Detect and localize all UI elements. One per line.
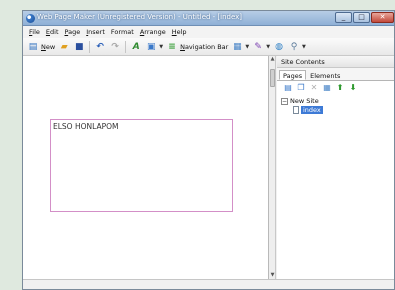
tree-root-item[interactable]: − New Site — [281, 97, 319, 105]
menu-bar: File Edit Page Insert Format Arrange Hel… — [23, 26, 394, 38]
zoom-icon: ⚲ — [290, 41, 298, 52]
panel-title: Site Contents — [277, 56, 394, 68]
panel-toolbar: ▤ ❐ ✕ ▦ ⬆ ⬇ — [277, 81, 394, 95]
navigation-bar-label: Navigation Bar — [180, 42, 229, 51]
menu-help[interactable]: Help — [172, 28, 187, 36]
chevron-down-icon[interactable]: ▼ — [266, 44, 270, 50]
image-button[interactable]: ▣ ▼ — [145, 41, 163, 53]
delete-icon[interactable]: ✕ — [309, 83, 319, 93]
scroll-down-icon[interactable]: ▼ — [269, 272, 276, 279]
open-folder-icon: ▰ — [60, 41, 68, 52]
text-icon: A — [132, 41, 140, 52]
toolbar-separator — [89, 40, 91, 53]
new-page-icon: ▤ — [28, 41, 38, 52]
title-bar[interactable]: Web Page Maker (Unregistered Version) - … — [23, 11, 394, 26]
navigation-bar-button[interactable]: ≡ Navigation Bar — [166, 41, 228, 53]
app-window: Web Page Maker (Unregistered Version) - … — [22, 10, 395, 290]
tree-page-label: index — [301, 106, 323, 114]
chevron-down-icon[interactable]: ▼ — [302, 44, 306, 50]
draw-icon: ✎ — [254, 41, 262, 52]
site-contents-panel: Site Contents Pages Elements ▤ ❐ ✕ ▦ ⬆ ⬇… — [277, 56, 394, 279]
menu-insert[interactable]: Insert — [86, 28, 105, 36]
preview-globe-icon: ◍ — [275, 41, 283, 52]
page-heading-text[interactable]: ELSO HONLAPOM — [53, 122, 119, 131]
scroll-up-icon[interactable]: ▲ — [269, 56, 276, 63]
properties-icon[interactable]: ▦ — [322, 83, 332, 93]
status-bar — [23, 279, 394, 289]
close-button[interactable]: ✕ — [371, 12, 394, 23]
open-button[interactable]: ▰ — [58, 41, 70, 53]
new-button-label: New — [41, 42, 56, 51]
tree-page-item[interactable]: index — [293, 106, 323, 114]
menu-file[interactable]: File — [29, 28, 40, 36]
maximize-button[interactable]: □ — [353, 12, 370, 23]
navigation-bar-icon: ≡ — [168, 41, 176, 52]
image-icon: ▣ — [146, 41, 156, 52]
zoom-button[interactable]: ⚲ ▼ — [288, 41, 306, 53]
panel-tabs: Pages Elements — [277, 68, 394, 81]
menu-arrange[interactable]: Arrange — [140, 28, 166, 36]
main-toolbar: ▤ New ▰ ■ ↶ ↷ A ▣ ▼ ≡ Navigation Bar ▦ ▼… — [23, 38, 394, 56]
undo-icon: ↶ — [96, 41, 104, 52]
window-controls: _ □ ✕ — [335, 12, 394, 23]
toolbar-separator — [125, 40, 127, 53]
page-canvas[interactable]: ELSO HONLAPOM — [23, 56, 269, 279]
text-button[interactable]: A — [130, 41, 142, 53]
copy-page-icon[interactable]: ❐ — [296, 83, 306, 93]
redo-button[interactable]: ↷ — [109, 41, 121, 53]
form-icon: ▦ — [233, 41, 242, 52]
save-icon: ■ — [74, 41, 84, 52]
chevron-down-icon[interactable]: ▼ — [245, 44, 249, 50]
vertical-scrollbar[interactable]: ▲ ▼ — [269, 56, 276, 279]
redo-icon: ↷ — [111, 41, 119, 52]
draw-button[interactable]: ✎ ▼ — [252, 41, 270, 53]
tab-pages[interactable]: Pages — [279, 70, 307, 80]
save-button[interactable]: ■ — [73, 41, 85, 53]
add-page-icon[interactable]: ▤ — [283, 83, 293, 93]
menu-format[interactable]: Format — [111, 28, 134, 36]
page-content-frame[interactable]: ELSO HONLAPOM — [50, 119, 233, 212]
chevron-down-icon[interactable]: ▼ — [159, 44, 163, 50]
form-button[interactable]: ▦ ▼ — [231, 41, 249, 53]
collapse-icon[interactable]: − — [281, 97, 288, 105]
move-up-icon[interactable]: ⬆ — [335, 83, 345, 93]
window-title: Web Page Maker (Unregistered Version) - … — [37, 13, 243, 21]
undo-button[interactable]: ↶ — [94, 41, 106, 53]
preview-button[interactable]: ◍ — [273, 41, 285, 53]
menu-edit[interactable]: Edit — [46, 28, 59, 36]
app-logo-icon — [26, 14, 35, 23]
move-down-icon[interactable]: ⬇ — [348, 83, 358, 93]
scrollbar-thumb[interactable] — [270, 69, 275, 87]
site-tree: − New Site index — [277, 95, 394, 279]
menu-page[interactable]: Page — [65, 28, 81, 36]
minimize-button[interactable]: _ — [335, 12, 352, 23]
page-icon — [293, 106, 299, 114]
new-button[interactable]: ▤ New — [27, 41, 55, 53]
tree-root-label: New Site — [290, 97, 319, 105]
tab-elements[interactable]: Elements — [306, 70, 344, 80]
